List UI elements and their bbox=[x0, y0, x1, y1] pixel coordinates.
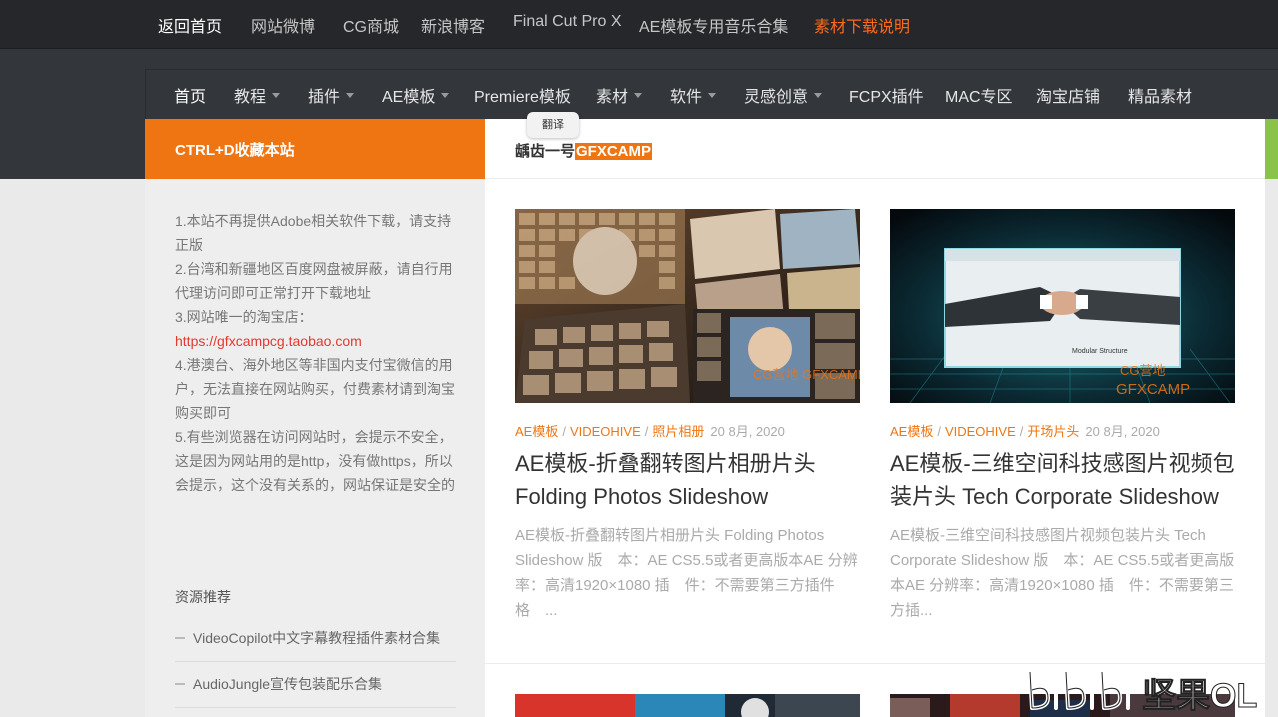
nav-item-label: FCPX插件 bbox=[849, 89, 924, 106]
notice-line-2: 2.台湾和新疆地区百度网盘被屏蔽，请自行用代理访问即可正常打开下载地址 bbox=[175, 261, 453, 301]
nav-item-assets[interactable]: 素材 bbox=[596, 83, 643, 107]
topbar-link-fcpx[interactable]: Final Cut Pro X bbox=[513, 13, 621, 31]
category-link[interactable]: AE模板 bbox=[890, 424, 933, 439]
resource-item[interactable]: VideoCopilot中文字幕教程插件素材合集 bbox=[175, 628, 456, 648]
site-heading: 龋齿一号GFXCAMP bbox=[515, 140, 653, 161]
notice-line-1: 1.本站不再提供Adobe相关软件下载，请支持正版 bbox=[175, 213, 452, 253]
accent-strip bbox=[1265, 119, 1278, 179]
divider bbox=[175, 707, 456, 708]
thumb-watermark: GFXCAMP bbox=[1116, 381, 1190, 398]
dash-icon bbox=[175, 683, 185, 686]
bookmark-hint: CTRL+D收藏本站 bbox=[175, 142, 295, 159]
divider bbox=[175, 661, 456, 662]
category-link[interactable]: VIDEOHIVE bbox=[570, 424, 641, 439]
resource-item[interactable]: AudioJungle宣传包装配乐合集 bbox=[175, 674, 456, 694]
handshake-image: Modular Structure CG营地 GFXCAMP bbox=[890, 209, 1235, 403]
topbar-link-blog[interactable]: 新浪博客 bbox=[421, 13, 485, 37]
nav-item-fcpx-plugins[interactable]: FCPX插件 bbox=[849, 83, 924, 107]
topbar-link-weibo[interactable]: 网站微博 bbox=[251, 13, 315, 37]
category-link[interactable]: 照片相册 bbox=[652, 424, 704, 439]
topbar-link-music[interactable]: AE模板专用音乐合集 bbox=[639, 13, 788, 37]
site-heading-text: 龋齿一号 bbox=[515, 143, 576, 160]
sidebar-heading: CTRL+D收藏本站 bbox=[145, 119, 485, 179]
photo-collage-image: CG营地 GFXCAMP bbox=[515, 209, 860, 403]
chevron-down-icon bbox=[346, 93, 355, 99]
nav-item-premium[interactable]: 精品素材 bbox=[1128, 83, 1192, 107]
post-meta: AE模板 / VIDEOHIVE / 开场片头 20 8月, 2020 bbox=[890, 421, 1160, 440]
meta-separator: / bbox=[937, 424, 941, 439]
translate-tooltip[interactable]: 翻译 bbox=[527, 112, 579, 138]
nav-item-label: 精品素材 bbox=[1128, 89, 1193, 106]
meta-separator: / bbox=[562, 424, 566, 439]
post-thumbnail[interactable] bbox=[515, 694, 860, 717]
post-excerpt: AE模板-三维空间科技感图片视频包装片头 Tech Corporate Slid… bbox=[890, 527, 1235, 619]
nav-item-label: 灵感创意 bbox=[744, 89, 809, 106]
nav-item-home[interactable]: 首页 bbox=[174, 83, 206, 107]
page-gutter bbox=[1265, 179, 1278, 717]
main-content: 龋齿一号GFXCAMP CG营地 GFXCAMP AE模板 / VIDEOHIV… bbox=[485, 119, 1265, 717]
nav-item-label: 淘宝店铺 bbox=[1036, 89, 1101, 106]
sidebar: 1.本站不再提供Adobe相关软件下载，请支持正版 2.台湾和新疆地区百度网盘被… bbox=[145, 179, 485, 717]
resources-title: 资源推荐 bbox=[175, 589, 231, 605]
notice-text: 1.本站不再提供Adobe相关软件下载，请支持正版 2.台湾和新疆地区百度网盘被… bbox=[175, 209, 460, 497]
meta-separator: / bbox=[1019, 424, 1024, 439]
post-thumbnail[interactable]: CG营地 GFXCAMP bbox=[515, 209, 860, 403]
nav-item-label: 软件 bbox=[670, 89, 703, 106]
nav-item-label: 插件 bbox=[308, 89, 341, 106]
watermark-text: 坚果OL bbox=[1141, 677, 1258, 716]
post-date: 20 8月, 2020 bbox=[1085, 424, 1160, 439]
notice-line-5: 5.有些浏览器在访问网站时，会提示不安全，这是因为网站用的是http，没有做ht… bbox=[175, 429, 455, 493]
chevron-down-icon bbox=[708, 93, 717, 99]
nav-item-plugins[interactable]: 插件 bbox=[308, 83, 355, 107]
nav-item-ae-templates[interactable]: AE模板 bbox=[382, 83, 450, 107]
chevron-down-icon bbox=[272, 93, 281, 99]
main-nav: 首页 教程 插件 AE模板 Premiere模板 素材 软件 灵感创意 FCPX… bbox=[145, 69, 1278, 119]
thumb-watermark: CG营地 GFXCAMP bbox=[753, 367, 860, 382]
nav-item-premiere-templates[interactable]: Premiere模板 bbox=[474, 83, 571, 107]
nav-item-label: 教程 bbox=[234, 89, 267, 106]
dash-icon bbox=[175, 637, 185, 640]
post-meta: AE模板 / VIDEOHIVE / 照片相册 20 8月, 2020 bbox=[515, 421, 785, 440]
notice-line-4: 4.港澳台、海外地区等非国内支付宝微信的用户，无法直接在网站购买，付费素材请到淘… bbox=[175, 357, 455, 421]
taobao-link[interactable]: https://gfxcampcg.taobao.com bbox=[175, 329, 460, 353]
nav-item-tutorials[interactable]: 教程 bbox=[234, 83, 281, 107]
site-brand-highlight: GFXCAMP bbox=[575, 143, 653, 160]
topbar-link-home[interactable]: 返回首页 bbox=[158, 13, 222, 37]
category-link[interactable]: 开场片头 bbox=[1027, 424, 1079, 439]
nav-item-taobao[interactable]: 淘宝店铺 bbox=[1036, 83, 1100, 107]
nav-item-label: Premiere模板 bbox=[474, 89, 571, 106]
nav-item-inspiration[interactable]: 灵感创意 bbox=[744, 83, 823, 107]
top-bar: 返回首页 网站微博 CG商城 新浪博客 Final Cut Pro X AE模板… bbox=[0, 0, 1278, 49]
notice-line-3: 3.网站唯一的淘宝店： bbox=[175, 309, 313, 325]
next-post-image bbox=[515, 694, 860, 717]
nav-item-label: 素材 bbox=[596, 89, 629, 106]
chevron-down-icon bbox=[814, 93, 823, 99]
chevron-down-icon bbox=[634, 93, 643, 99]
main-heading-bar: 龋齿一号GFXCAMP bbox=[485, 119, 1265, 179]
category-link[interactable]: AE模板 bbox=[515, 424, 558, 439]
meta-separator: / bbox=[644, 424, 649, 439]
post-excerpt: AE模板-折叠翻转图片相册片头 Folding Photos Slideshow… bbox=[515, 527, 858, 619]
post-title[interactable]: AE模板-折叠翻转图片相册片头 Folding Photos Slideshow bbox=[515, 447, 860, 513]
chevron-down-icon bbox=[441, 93, 450, 99]
topbar-link-download-guide[interactable]: 素材下载说明 bbox=[814, 13, 910, 37]
bilibili-logo-icon bbox=[1028, 670, 1130, 710]
nav-item-mac[interactable]: MAC专区 bbox=[945, 83, 1013, 107]
nav-item-label: 首页 bbox=[174, 89, 207, 106]
video-watermark: 坚果OL bbox=[1022, 662, 1278, 717]
page: 返回首页 网站微博 CG商城 新浪博客 Final Cut Pro X AE模板… bbox=[0, 0, 1278, 717]
thumb-watermark: CG营地 bbox=[1120, 363, 1166, 378]
resource-label: VideoCopilot中文字幕教程插件素材合集 bbox=[193, 630, 441, 646]
post-date: 20 8月, 2020 bbox=[710, 424, 785, 439]
topbar-link-shop[interactable]: CG商城 bbox=[343, 13, 399, 37]
post-thumbnail[interactable]: Modular Structure CG营地 GFXCAMP bbox=[890, 209, 1235, 403]
category-link[interactable]: VIDEOHIVE bbox=[945, 424, 1016, 439]
post-title[interactable]: AE模板-三维空间科技感图片视频包装片头 Tech Corporate Slid… bbox=[890, 447, 1235, 513]
thumb-caption: Modular Structure bbox=[1072, 348, 1128, 355]
nav-item-label: MAC专区 bbox=[945, 89, 1013, 106]
nav-item-software[interactable]: 软件 bbox=[670, 83, 717, 107]
nav-item-label: AE模板 bbox=[382, 89, 436, 106]
resource-label: AudioJungle宣传包装配乐合集 bbox=[193, 676, 383, 692]
